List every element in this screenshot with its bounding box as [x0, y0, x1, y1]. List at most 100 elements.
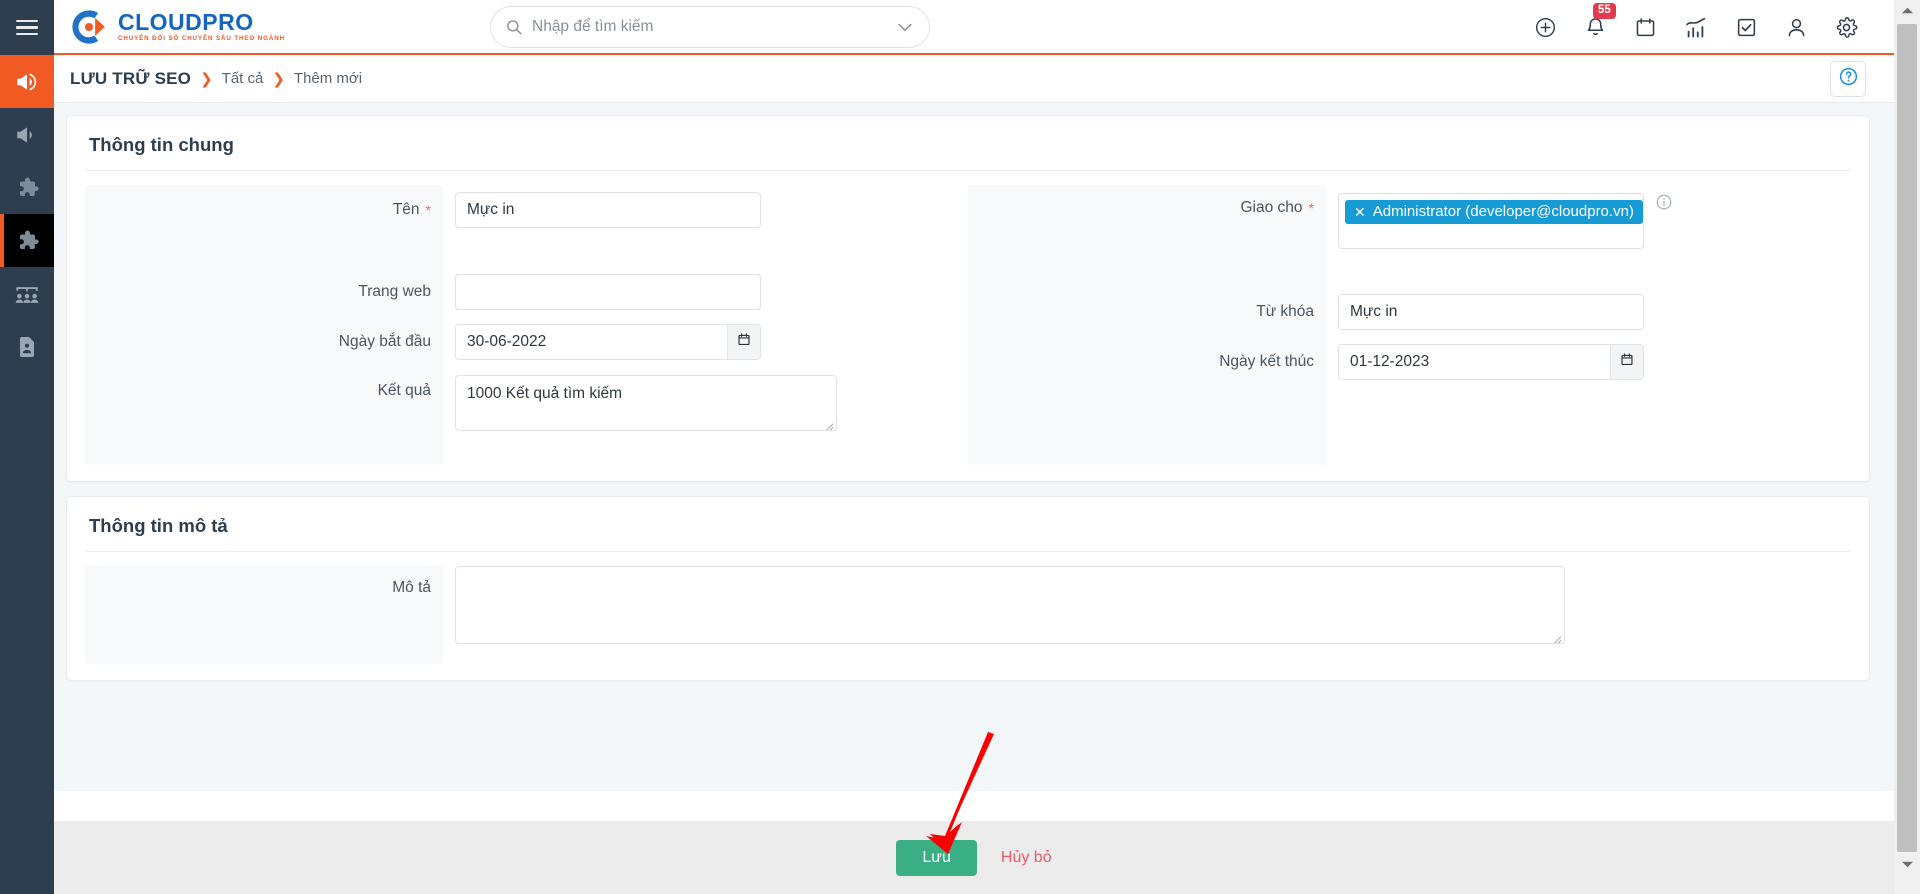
- chevron-right-icon: ❯: [272, 70, 285, 88]
- field-row-spacer-2: [1338, 255, 1851, 287]
- document-user-icon: [15, 335, 39, 359]
- field-label-end-date: Ngày kết thúc: [1219, 353, 1314, 370]
- sidebar-item-seo-archive-active[interactable]: [0, 214, 54, 267]
- end-date-input[interactable]: 01-12-2023: [1339, 345, 1610, 379]
- scroll-down-button[interactable]: [1894, 854, 1920, 876]
- field-row-filler: [1338, 387, 1851, 465]
- puzzle-icon: [15, 175, 40, 200]
- scrollbar-thumb[interactable]: [1897, 24, 1917, 852]
- form-action-bar: Lưu Hủy bỏ: [54, 821, 1894, 894]
- scroll-up-button[interactable]: [1894, 0, 1920, 22]
- required-marker: *: [425, 202, 431, 218]
- field-row-startdate: 30-06-2022: [455, 317, 968, 367]
- left-label-column: Tên * Trang web Ngày bắt đầu Kết quả: [85, 185, 443, 465]
- users-group-icon: [14, 281, 40, 307]
- resize-grip-icon[interactable]: [823, 418, 834, 431]
- sidebar-item-contacts[interactable]: [0, 320, 54, 373]
- result-textarea[interactable]: 1000 Kết quả tìm kiếm: [455, 375, 837, 431]
- menu-icon: [16, 16, 38, 40]
- user-icon[interactable]: [1785, 16, 1808, 39]
- start-date-picker-button[interactable]: [727, 325, 760, 359]
- global-search-box[interactable]: Nhập để tìm kiếm: [490, 6, 930, 48]
- label-row-name: Tên *: [393, 185, 431, 235]
- start-date-input[interactable]: 30-06-2022: [456, 325, 727, 359]
- logo-tagline: CHUYỂN ĐỔI SỐ CHUYÊN SÂU THEO NGÀNH: [118, 34, 285, 42]
- description-title: Thông tin mô tả: [85, 497, 1851, 552]
- field-label-keyword: Từ khóa: [1256, 303, 1314, 320]
- field-label-name: Tên *: [393, 201, 431, 219]
- search-icon: [505, 18, 523, 36]
- breadcrumb: LƯU TRỮ SEO ❯ Tất cả ❯ Thêm mới: [70, 69, 362, 89]
- menu-toggle-button[interactable]: [0, 0, 54, 55]
- field-row-result: 1000 Kết quả tìm kiếm: [455, 367, 968, 445]
- remove-tag-icon[interactable]: ✕: [1354, 205, 1366, 219]
- sidebar-item-campaign[interactable]: [0, 108, 54, 161]
- analytics-icon[interactable]: [1684, 16, 1708, 40]
- label-text: Giao cho: [1240, 199, 1303, 216]
- field-label-description: Mô tả: [392, 579, 431, 596]
- general-left-column: Tên * Trang web Ngày bắt đầu Kết quả Mực…: [85, 171, 968, 465]
- search-input[interactable]: Nhập để tìm kiếm: [532, 18, 895, 36]
- label-text: Tên: [392, 201, 420, 218]
- page-scrollbar[interactable]: [1894, 0, 1920, 894]
- required-marker: *: [1308, 200, 1314, 216]
- app-logo[interactable]: CLOUDPRO CHUYỂN ĐỔI SỐ CHUYÊN SÂU THEO N…: [68, 6, 285, 48]
- description-textarea[interactable]: [455, 566, 1565, 644]
- app-root: CLOUDPRO CHUYỂN ĐỔI SỐ CHUYÊN SÂU THEO N…: [0, 0, 1920, 894]
- sidebar-item-addon[interactable]: [0, 161, 54, 214]
- breadcrumb-bar: LƯU TRỮ SEO ❯ Tất cả ❯ Thêm mới: [54, 55, 1894, 103]
- top-navigation-bar: CLOUDPRO CHUYỂN ĐỔI SỐ CHUYÊN SÂU THEO N…: [54, 0, 1894, 55]
- description-card: Thông tin mô tả Mô tả: [66, 496, 1870, 681]
- description-label-column: Mô tả: [85, 566, 443, 664]
- name-input[interactable]: Mực in: [455, 192, 761, 228]
- puzzle-icon: [15, 228, 40, 253]
- result-textarea-value: 1000 Kết quả tìm kiếm: [467, 385, 623, 402]
- notification-badge: 55: [1593, 3, 1616, 20]
- general-info-columns: Tên * Trang web Ngày bắt đầu Kết quả Mực…: [85, 171, 1851, 465]
- save-button[interactable]: Lưu: [896, 839, 977, 876]
- general-info-card: Thông tin chung Tên * Trang web Ngày bắt…: [66, 115, 1870, 482]
- field-row-website: [455, 267, 968, 317]
- calendar-icon[interactable]: [1634, 16, 1657, 39]
- calendar-icon: [1620, 352, 1634, 372]
- label-row-keyword: Từ khóa: [1256, 287, 1314, 337]
- cancel-button[interactable]: Hủy bỏ: [1001, 849, 1052, 867]
- end-date-picker-button[interactable]: [1610, 345, 1643, 379]
- chevron-down-icon: [1901, 856, 1914, 874]
- keyword-input[interactable]: Mực in: [1338, 294, 1644, 330]
- chevron-down-icon[interactable]: [895, 17, 915, 37]
- help-button[interactable]: [1830, 61, 1866, 97]
- field-label-result: Kết quả: [377, 382, 431, 399]
- question-circle-icon: [1838, 66, 1859, 92]
- bell-icon[interactable]: 55: [1584, 3, 1616, 39]
- label-row-startdate: Ngày bắt đầu: [339, 317, 431, 367]
- website-input[interactable]: [455, 274, 761, 310]
- description-columns: Mô tả: [85, 552, 1851, 664]
- assignee-tag-input[interactable]: ✕ Administrator (developer@cloudpro.vn): [1338, 193, 1644, 249]
- start-date-field[interactable]: 30-06-2022: [455, 324, 761, 360]
- add-circle-icon[interactable]: [1534, 16, 1557, 39]
- sidebar-item-customers[interactable]: [0, 267, 54, 320]
- breadcrumb-item-new[interactable]: Thêm mới: [294, 70, 362, 87]
- megaphone-icon: [14, 69, 40, 95]
- label-row-description: Mô tả: [392, 566, 431, 610]
- chevron-up-icon: [1901, 2, 1914, 20]
- sidebar-item-marketing-active[interactable]: [0, 55, 54, 108]
- label-row-website: Trang web: [358, 267, 431, 317]
- field-label-website: Trang web: [358, 283, 431, 300]
- task-checkbox-icon[interactable]: [1735, 16, 1758, 39]
- assignee-tag[interactable]: ✕ Administrator (developer@cloudpro.vn): [1345, 200, 1643, 224]
- breadcrumb-item-all[interactable]: Tất cả: [222, 70, 264, 87]
- gear-icon[interactable]: [1835, 16, 1858, 39]
- footer-spacer: [54, 791, 1894, 821]
- cloudpro-logo-icon: [68, 6, 110, 48]
- info-circle-icon[interactable]: [1655, 193, 1673, 211]
- left-field-column: Mực in 30-06-2022 1000 Kết quả tìm kiếm: [443, 185, 968, 465]
- resize-grip-icon[interactable]: [1551, 631, 1562, 644]
- field-row-assignee: ✕ Administrator (developer@cloudpro.vn): [1338, 185, 1851, 255]
- megaphone-icon: [14, 122, 40, 148]
- left-icon-rail: [0, 0, 54, 894]
- field-row-spacer: [455, 235, 968, 267]
- general-right-column: Giao cho * Từ khóa Ngày kết thúc ✕ Admin…: [968, 171, 1851, 465]
- end-date-field[interactable]: 01-12-2023: [1338, 344, 1644, 380]
